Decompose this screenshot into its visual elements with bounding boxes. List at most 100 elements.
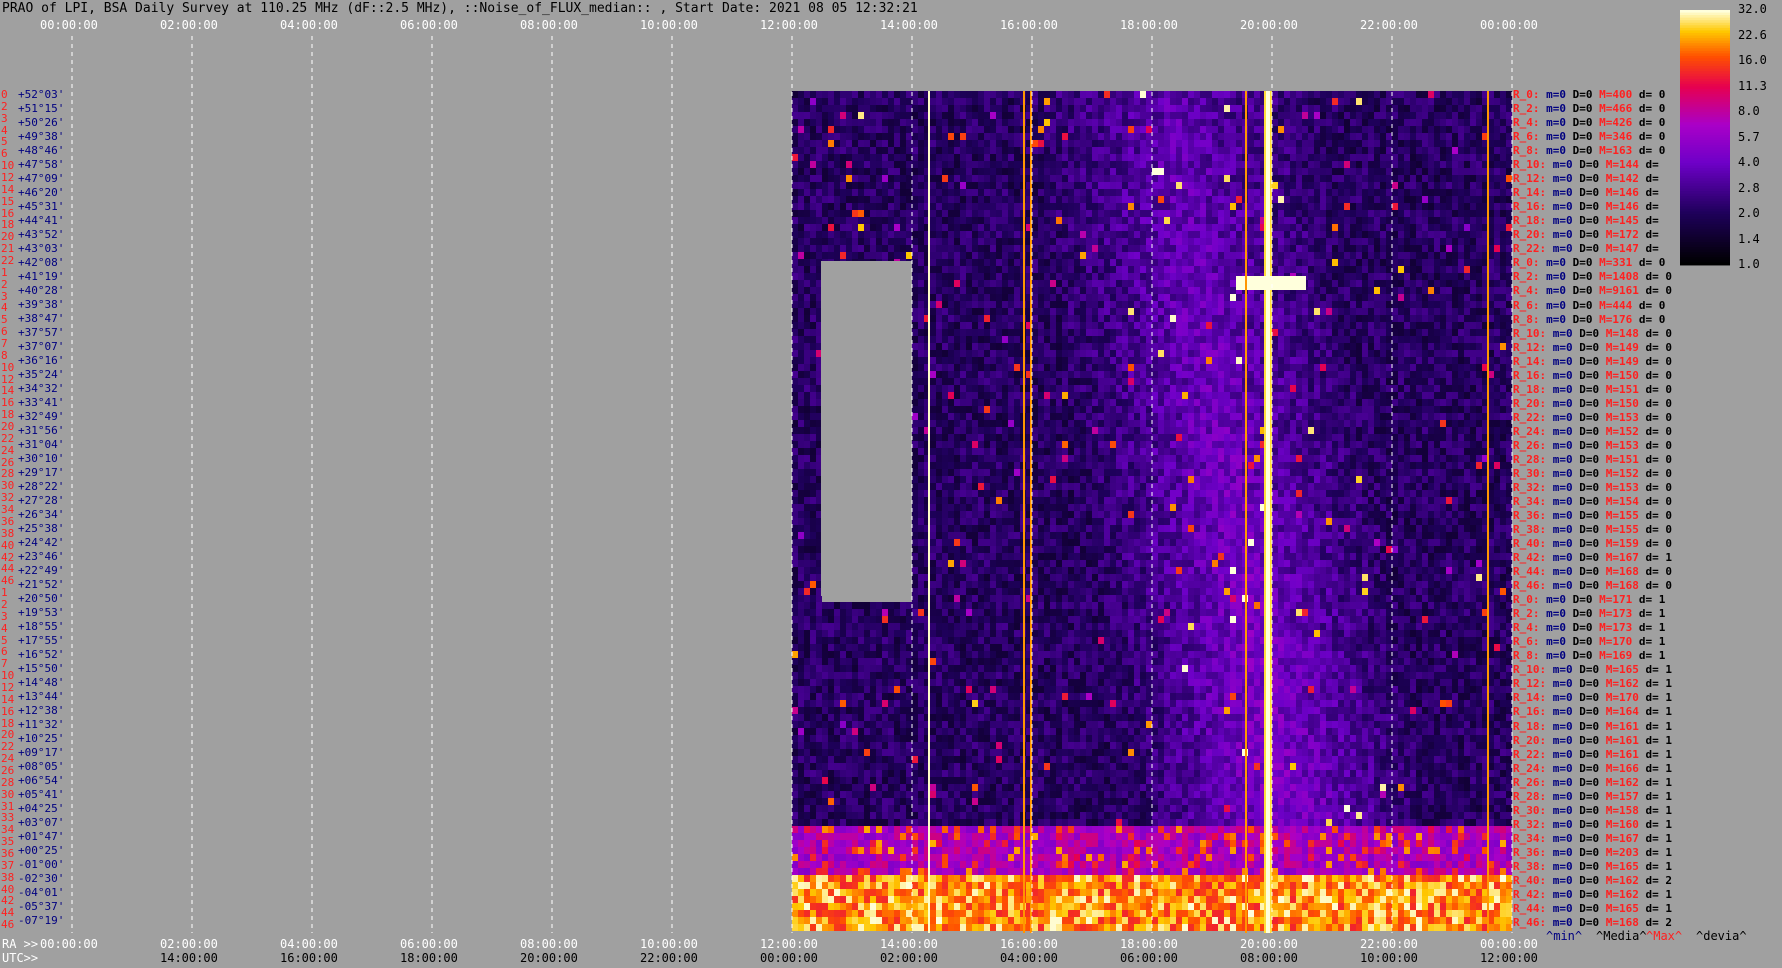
stats-M: M=146 [1605, 200, 1639, 214]
declination-label: +22°49' [18, 564, 65, 577]
stats-row: R_38: m=0 D=0 M=155 d= 0 [1513, 523, 1672, 536]
stats-m: m=0 [1552, 901, 1573, 915]
stats-row: R_26: m=0 D=0 M=153 d= 0 [1513, 439, 1672, 452]
declination-label: +46°20' [18, 186, 65, 199]
stats-D: D=0 [1572, 607, 1593, 621]
stats-d: d= 1 [1645, 663, 1673, 677]
stats-d: d= 1 [1638, 635, 1666, 649]
declination-label: +37°57' [18, 326, 65, 339]
utc-axis-tick: 02:00:00 [880, 951, 938, 965]
stats-d: d= 0 [1645, 270, 1673, 284]
colorbar-segment [1680, 17, 1730, 21]
stats-m: m=0 [1546, 621, 1566, 635]
stats-M: M=152 [1605, 466, 1639, 480]
stats-r: R_14: [1513, 691, 1547, 705]
declination-label: +49°38' [18, 130, 65, 143]
stats-r: R_32: [1513, 817, 1547, 831]
stats-d: d= 0 [1638, 144, 1666, 158]
stats-r: R_2: [1513, 270, 1540, 284]
stats-D: D=0 [1579, 901, 1600, 915]
top-axis-tick: 04:00:00 [280, 18, 338, 32]
stats-row: R_44: m=0 D=0 M=165 d= 1 [1513, 902, 1672, 915]
stats-D: D=0 [1579, 565, 1600, 579]
stats-r: R_40: [1513, 537, 1547, 551]
declination-label: +29°17' [18, 466, 65, 479]
interference-line [1023, 91, 1025, 933]
stats-m: m=0 [1546, 270, 1566, 284]
stats-d: d= 1 [1645, 705, 1673, 719]
stats-D: D=0 [1579, 915, 1600, 929]
declination-label: +35°24' [18, 368, 65, 381]
stats-row: R_28: m=0 D=0 M=157 d= 1 [1513, 790, 1672, 803]
stats-row: R_28: m=0 D=0 M=151 d= 0 [1513, 453, 1672, 466]
stats-m: m=0 [1552, 831, 1573, 845]
declination-label: +32°49' [18, 410, 65, 423]
declination-label: +36°16' [18, 354, 65, 367]
stats-r: R_16: [1513, 705, 1547, 719]
stats-row: R_30: m=0 D=0 M=152 d= 0 [1513, 467, 1672, 480]
stats-row: R_36: m=0 D=0 M=155 d= 0 [1513, 509, 1672, 522]
declination-label: +13°44' [18, 690, 65, 703]
stats-D: D=0 [1572, 298, 1593, 312]
ra-axis-tick: 22:00:00 [1360, 937, 1418, 951]
stats-M: M=331 [1599, 256, 1633, 270]
stats-m: m=0 [1552, 396, 1573, 410]
stats-m: m=0 [1546, 312, 1566, 326]
stats-M: M=151 [1605, 452, 1639, 466]
stats-m: m=0 [1552, 733, 1573, 747]
stats-row: R_2: m=0 D=0 M=1408 d= 0 [1513, 270, 1672, 283]
stats-D: D=0 [1579, 368, 1600, 382]
stats-row: R_30: m=0 D=0 M=158 d= 1 [1513, 804, 1672, 817]
stats-m: m=0 [1552, 537, 1573, 551]
declination-label: +52°03' [18, 88, 65, 101]
stats-D: D=0 [1579, 803, 1600, 817]
stats-d: d= 1 [1645, 677, 1673, 691]
stats-D: D=0 [1572, 635, 1593, 649]
top-axis-tick: 00:00:00 [1480, 18, 1538, 32]
stats-row: R_20: m=0 D=0 M=172 d= [1513, 228, 1659, 241]
top-axis-tick: 12:00:00 [760, 18, 818, 32]
declination-label: +08°05' [18, 760, 65, 773]
declination-label: +03°07' [18, 816, 65, 829]
ra-axis-tick: 10:00:00 [640, 937, 698, 951]
stats-row: R_34: m=0 D=0 M=154 d= 0 [1513, 495, 1672, 508]
declination-label: -01°00' [18, 858, 65, 871]
stats-M: M=154 [1605, 494, 1639, 508]
stats-r: R_6: [1513, 130, 1540, 144]
stats-r: R_36: [1513, 509, 1547, 522]
stats-m: m=0 [1546, 649, 1566, 663]
declination-label: +50°26' [18, 116, 65, 129]
stats-d: d= 0 [1645, 340, 1673, 354]
stats-M: M=142 [1605, 172, 1639, 186]
stats-row: R_32: m=0 D=0 M=153 d= 0 [1513, 481, 1672, 494]
stats-D: D=0 [1579, 382, 1600, 396]
ra-axis-tick: 00:00:00 [40, 937, 98, 951]
stats-D: D=0 [1579, 396, 1600, 410]
stats-r: R_44: [1513, 901, 1547, 915]
stats-row: R_16: m=0 D=0 M=146 d= [1513, 200, 1659, 213]
stats-r: R_30: [1513, 466, 1547, 480]
declination-label: +39°38' [18, 298, 65, 311]
top-axis-tick: 02:00:00 [160, 18, 218, 32]
stats-D: D=0 [1579, 551, 1600, 565]
colorbar-tick: 8.0 [1738, 104, 1760, 118]
stats-r: R_22: [1513, 747, 1547, 761]
stats-d: d= 1 [1645, 691, 1673, 705]
stats-r: R_2: [1513, 102, 1540, 116]
stats-M: M=466 [1599, 102, 1633, 116]
stats-row: R_4: m=0 D=0 M=426 d= 0 [1513, 116, 1665, 129]
stats-m: m=0 [1552, 859, 1573, 873]
colorbar-segment [1680, 254, 1730, 258]
utc-axis-tick: 12:00:00 [1480, 951, 1538, 965]
declination-label: +43°03' [18, 242, 65, 255]
stats-M: M=144 [1605, 158, 1639, 172]
ra-axis-tick: 18:00:00 [1120, 937, 1178, 951]
declination-label: +26°34' [18, 508, 65, 521]
declination-label: +51°15' [18, 102, 65, 115]
stats-D: D=0 [1579, 817, 1600, 831]
stats-D: D=0 [1579, 494, 1600, 508]
stats-row: R_4: m=0 D=0 M=173 d= 1 [1513, 621, 1665, 634]
stats-m: m=0 [1552, 242, 1573, 256]
stats-m: m=0 [1552, 705, 1573, 719]
stats-m: m=0 [1552, 551, 1573, 565]
